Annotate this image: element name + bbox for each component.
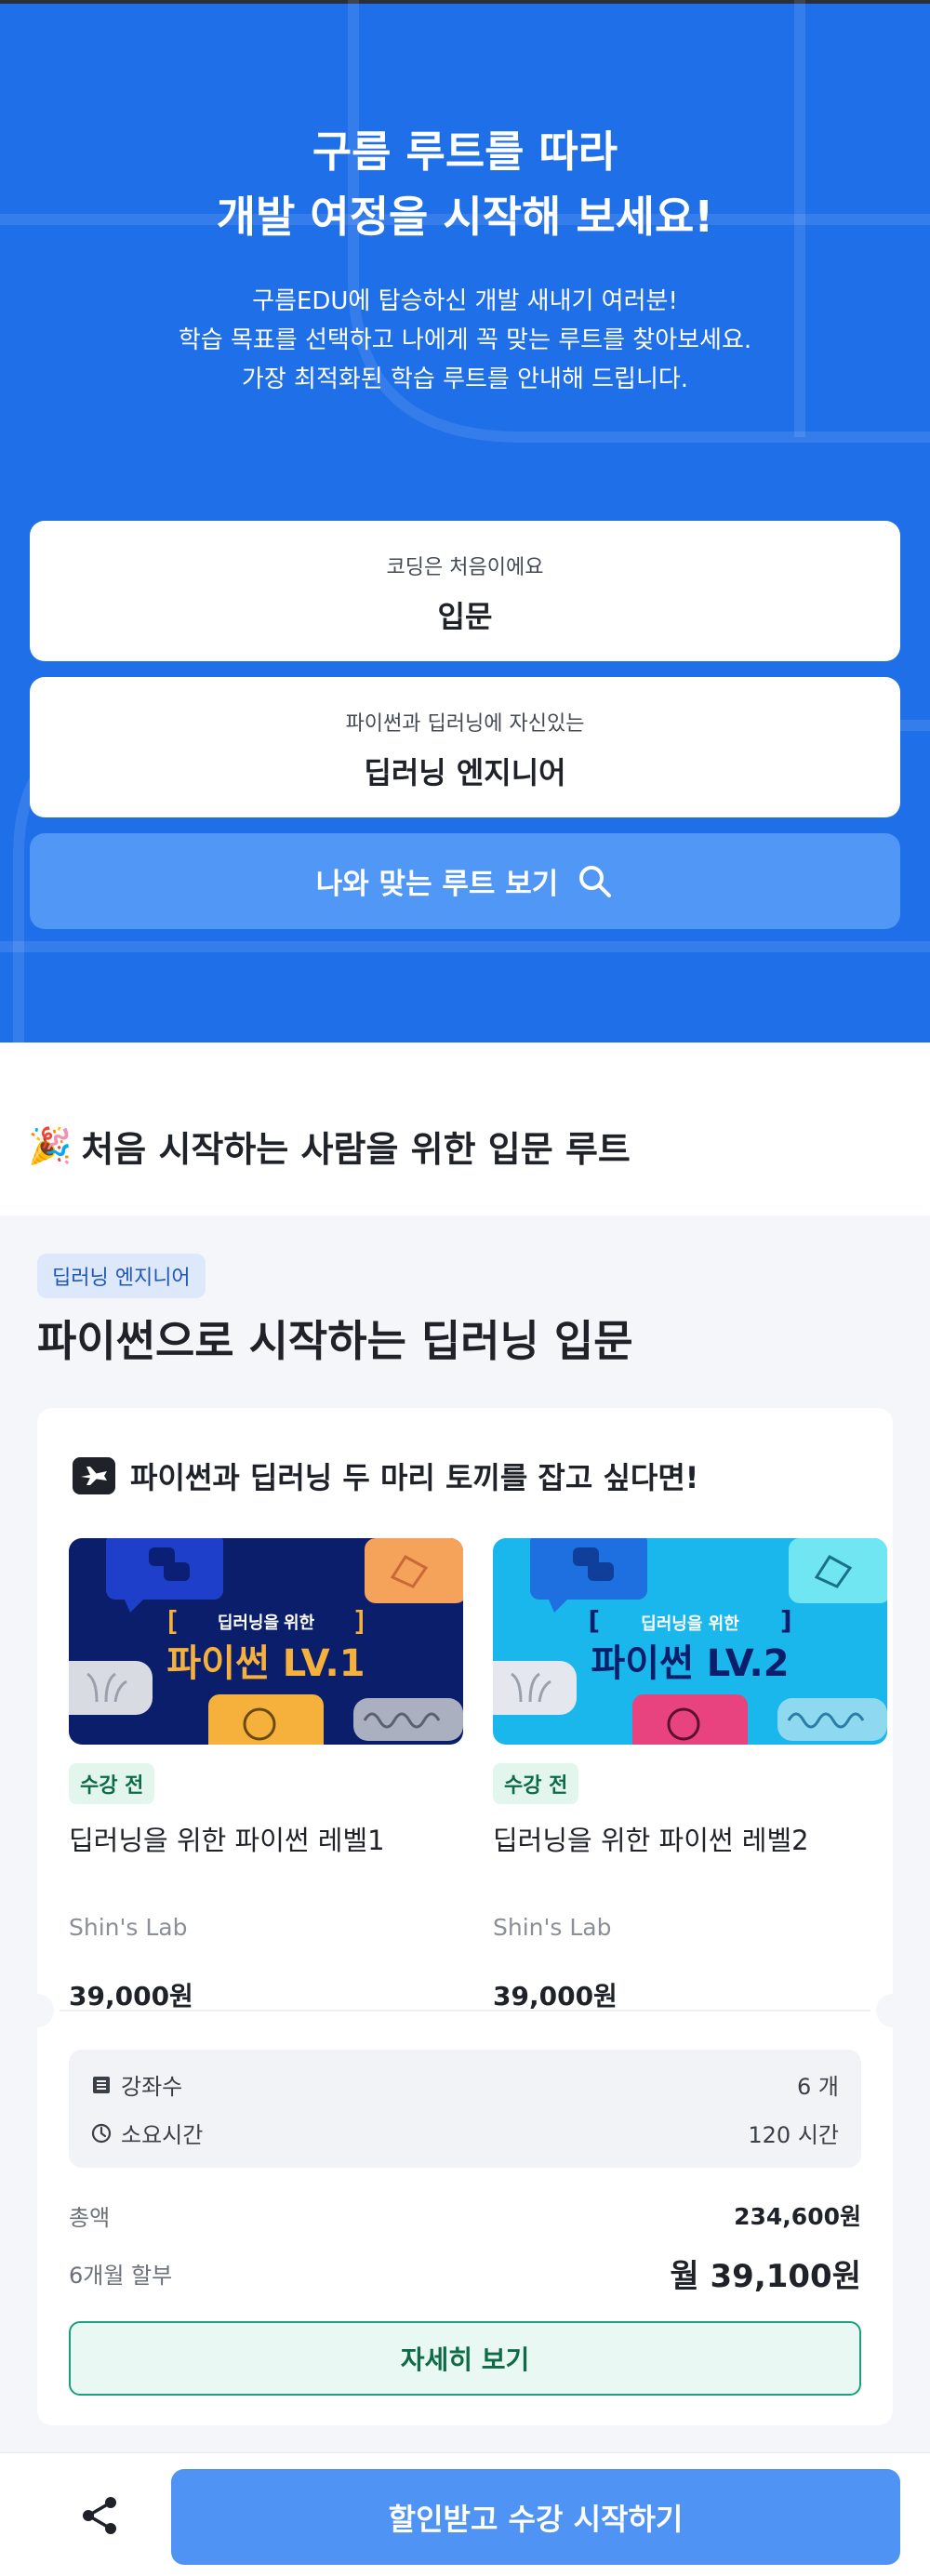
goal-select-caption: 파이썬과 딥러닝에 자신있는 (345, 712, 585, 736)
party-popper-icon: 🎉 (28, 1125, 73, 1166)
share-icon (83, 2497, 116, 2534)
level-select-caption: 코딩은 처음이에요 (386, 556, 544, 579)
hero-banner: 구름 루트를 따라 개발 여정을 시작해 보세요! 구름EDU에 탑승하신 개발… (0, 0, 930, 1042)
level-select-value: 입문 (437, 599, 493, 634)
section-title: 🎉 처음 시작하는 사람을 위한 입문 루트 (28, 1121, 631, 1172)
hero-description: 구름EDU에 탑승하신 개발 새내기 여러분! 학습 목표를 선택하고 나에게 … (0, 282, 930, 399)
divider (60, 2010, 870, 2012)
installment-value: 월 39,100원 (670, 2258, 861, 2295)
route-subtitle-text: 파이썬과 딥러닝 두 마리 토끼를 잡고 싶다면! (130, 1460, 699, 1495)
hero-desc-line-3: 가장 최적화된 학습 루트를 안내해 드립니다. (241, 365, 689, 393)
course-card[interactable]: [딥러닝을 위한] 파이썬 LV.1 수강 전 딥러닝을 위한 파이썬 레벨1 … (69, 1538, 463, 2013)
lecture-count-row: 강좌수 6 개 (91, 2068, 839, 2101)
route-title: 파이썬으로 시작하는 딥러닝 입문 (37, 1316, 633, 1366)
hero-desc-line-1: 구름EDU에 탑승하신 개발 새내기 여러분! (252, 287, 678, 315)
goal-select[interactable]: 파이썬과 딥러닝에 자신있는 딥러닝 엔지니어 (30, 677, 900, 817)
course-thumbnail: [딥러닝을 위한] 파이썬 LV.2 (493, 1538, 887, 1745)
course-name: 딥러닝을 위한 파이썬 레벨1 (69, 1825, 385, 1856)
course-name: 딥러닝을 위한 파이썬 레벨2 (493, 1825, 809, 1856)
duration-label: 소요시간 (121, 2122, 204, 2148)
duration-row: 소요시간 120 시간 (91, 2117, 839, 2149)
enroll-button[interactable]: 할인받고 수강 시작하기 (171, 2469, 900, 2565)
hero-title: 구름 루트를 따라 개발 여정을 시작해 보세요! (0, 119, 930, 249)
goal-select-value: 딥러닝 엔지니어 (364, 755, 566, 790)
lecture-count-value: 6 개 (797, 2074, 839, 2100)
course-thumbnail: [딥러닝을 위한] 파이썬 LV.1 (69, 1538, 463, 1745)
course-price: 39,000원 (69, 1981, 193, 2012)
total-price-row: 총액 234,600원 (69, 2198, 861, 2232)
route-card: 파이썬과 딥러닝 두 마리 토끼를 잡고 싶다면! [딥러닝을 위한] 파이… (37, 1408, 893, 2425)
route-tag: 딥러닝 엔지니어 (37, 1254, 206, 1298)
total-value: 234,600원 (734, 2203, 861, 2230)
installment-row: 6개월 할부 월 39,100원 (69, 2251, 861, 2296)
details-button[interactable]: 자세히 보기 (69, 2321, 861, 2396)
hero-title-line-1: 구름 루트를 따라 (312, 126, 618, 177)
lecture-count-label: 강좌수 (121, 2074, 183, 2100)
hero-title-line-2: 개발 여정을 시작해 보세요! (216, 192, 714, 242)
duration-value: 120 시간 (748, 2122, 839, 2148)
airplane-icon (73, 1457, 115, 1494)
status-badge: 수강 전 (493, 1763, 579, 1804)
route-subtitle: 파이썬과 딥러닝 두 마리 토끼를 잡고 싶다면! (73, 1454, 698, 1497)
thumbnail-caption: 딥러닝을 위한 (641, 1614, 739, 1634)
course-provider: Shin's Lab (493, 1914, 612, 1941)
route-info-box: 강좌수 6 개 소요시간 120 시간 (69, 2050, 861, 2168)
ticket-notch-left (37, 1994, 54, 2027)
course-provider: Shin's Lab (69, 1914, 188, 1941)
find-route-button[interactable]: 나와 맞는 루트 보기 (30, 833, 900, 929)
course-card[interactable]: [딥러닝을 위한] 파이썬 LV.2 수강 전 딥러닝을 위한 파이썬 레벨2 … (493, 1538, 887, 2013)
thumbnail-title: 파이썬 LV.1 (166, 1642, 365, 1685)
search-icon (579, 865, 612, 897)
thumbnail-title: 파이썬 LV.2 (591, 1642, 790, 1685)
thumbnail-caption: 딥러닝을 위한 (217, 1613, 315, 1632)
find-route-button-label: 나와 맞는 루트 보기 (315, 868, 559, 901)
total-label: 총액 (69, 2204, 111, 2231)
installment-label: 6개월 할부 (69, 2263, 173, 2289)
level-select[interactable]: 코딩은 처음이에요 입문 (30, 521, 900, 661)
bottom-action-bar: 할인받고 수강 시작하기 (0, 2452, 930, 2576)
hero-desc-line-2: 학습 목표를 선택하고 나에게 꼭 맞는 루트를 찾아보세요. (178, 326, 752, 354)
clock-icon (91, 2123, 112, 2143)
section-title-text: 처음 시작하는 사람을 위한 입문 루트 (81, 1129, 631, 1170)
course-price: 39,000원 (493, 1981, 618, 2012)
status-badge: 수강 전 (69, 1763, 155, 1804)
share-button[interactable] (65, 2481, 134, 2550)
book-icon (93, 2076, 110, 2093)
